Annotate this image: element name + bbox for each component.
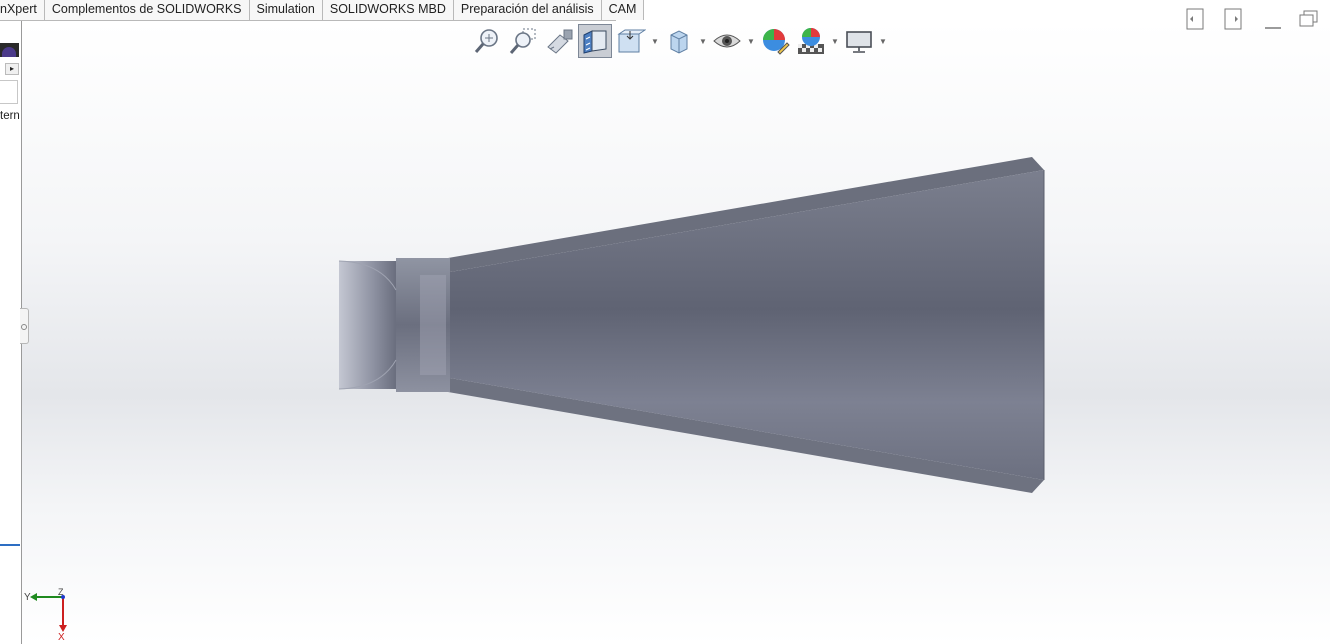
command-manager-tabs: nXpert Complementos de SOLIDWORKS Simula…: [0, 0, 645, 21]
tab-solidworks-mbd[interactable]: SOLIDWORKS MBD: [322, 0, 454, 20]
dynamic-annotation-views-icon: [617, 29, 646, 53]
triad-y-arrow: [30, 593, 37, 601]
tab-mbd-dimxpert[interactable]: nXpert: [0, 0, 45, 20]
restore-icon: [1299, 10, 1318, 27]
panel-thumbnail: [0, 43, 19, 57]
zoom-to-area-button[interactable]: [506, 24, 540, 58]
left-panel[interactable]: ▸ tern: [0, 20, 22, 644]
section-view-icon: [583, 30, 607, 54]
zoom-to-area-icon: [509, 28, 536, 54]
apply-scene-button[interactable]: [794, 24, 828, 58]
panel-truncated-label: tern: [0, 110, 20, 122]
window-controls: [1170, 6, 1330, 32]
tab-solidworks-addins[interactable]: Complementos de SOLIDWORKS: [44, 0, 250, 20]
panel-field[interactable]: [0, 80, 18, 104]
minimize-icon: [1265, 27, 1281, 29]
tab-simulation[interactable]: Simulation: [249, 0, 323, 20]
view-settings-dropdown[interactable]: ▼: [878, 24, 888, 58]
triad-x-arrow: [59, 625, 67, 632]
view-settings-button[interactable]: [842, 24, 876, 58]
apply-scene-dropdown[interactable]: ▼: [830, 24, 840, 58]
view-orientation-icon: [670, 30, 688, 54]
edit-appearance-icon: [763, 29, 790, 55]
previous-view-icon: [547, 29, 573, 54]
section-view-button[interactable]: [578, 24, 612, 58]
hide-show-items-icon: [713, 34, 741, 48]
zoom-to-fit-button[interactable]: [470, 24, 504, 58]
tile-left-icon: [1186, 8, 1204, 30]
panel-collapse-handle[interactable]: [20, 308, 29, 344]
tile-right-button[interactable]: [1222, 6, 1244, 32]
edit-appearance-button[interactable]: [758, 24, 792, 58]
hide-show-items-button[interactable]: [710, 24, 744, 58]
dynamic-annotation-views-button[interactable]: [614, 24, 648, 58]
hide-show-dropdown[interactable]: ▼: [746, 24, 756, 58]
view-settings-icon: [846, 31, 872, 53]
tab-analysis-preparation[interactable]: Preparación del análisis: [453, 0, 602, 20]
tab-cam[interactable]: CAM: [601, 0, 645, 20]
view-orientation-button[interactable]: [662, 24, 696, 58]
inlet-face: [339, 261, 396, 389]
panel-scroll-arrow[interactable]: ▸: [5, 63, 19, 75]
apply-scene-icon: [798, 28, 824, 54]
triad-x-label: X: [58, 632, 65, 640]
reference-triad: Y Z X: [24, 588, 67, 640]
dynamic-annotation-dropdown[interactable]: ▼: [650, 24, 660, 58]
minimize-button[interactable]: [1262, 6, 1284, 32]
part-model[interactable]: [0, 0, 1330, 644]
triad-z-label: Z: [58, 588, 64, 597]
restore-button[interactable]: [1298, 6, 1320, 32]
previous-view-button[interactable]: [542, 24, 576, 58]
tile-right-icon: [1224, 8, 1242, 30]
zoom-to-fit-icon: [474, 29, 498, 53]
panel-selection-bar: [0, 544, 20, 546]
heads-up-view-toolbar: ▼ ▼ ▼ ▼ ▼: [470, 24, 888, 58]
tile-left-button[interactable]: [1184, 6, 1206, 32]
view-orientation-dropdown[interactable]: ▼: [698, 24, 708, 58]
throat-highlight: [420, 275, 446, 375]
triad-y-label: Y: [24, 592, 31, 603]
